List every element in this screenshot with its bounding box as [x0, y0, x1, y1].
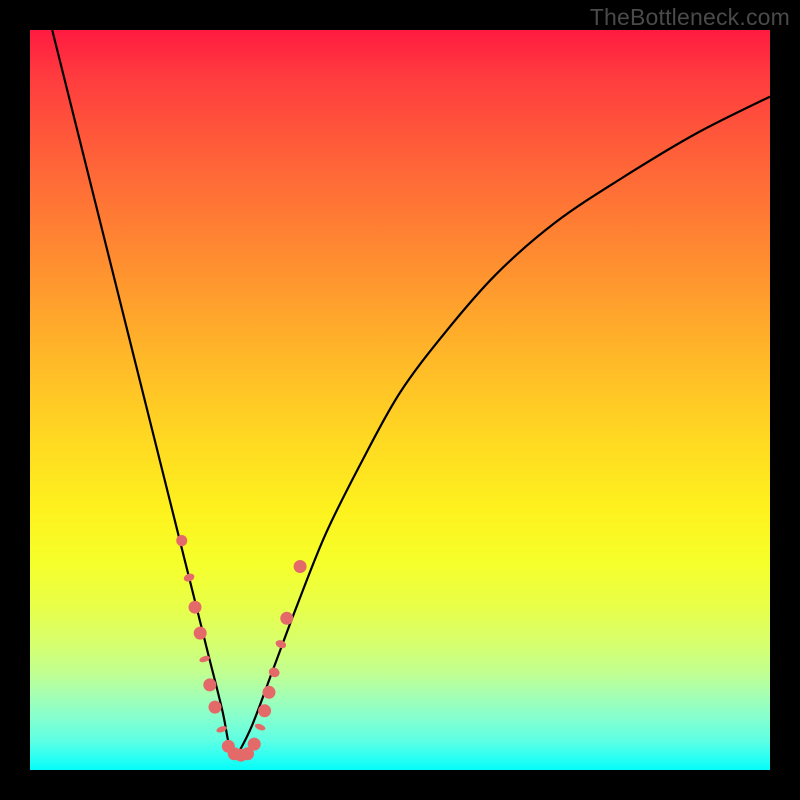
curve-right-branch — [237, 97, 770, 756]
marker-dot — [203, 678, 216, 691]
curve-left-path — [52, 30, 237, 755]
marker-lozenge — [183, 572, 196, 583]
marker-dot — [263, 686, 276, 699]
marker-dot — [194, 627, 207, 640]
marker-dot — [294, 560, 307, 573]
plot-area — [30, 30, 770, 770]
curve-left-branch — [52, 30, 237, 755]
marker-dot — [258, 704, 271, 717]
marker-dot — [280, 612, 293, 625]
marker-dot — [209, 701, 222, 714]
marker-dot — [189, 601, 202, 614]
marker-dot — [248, 738, 261, 751]
watermark-text: TheBottleneck.com — [590, 4, 790, 31]
marker-lozenge — [254, 722, 266, 731]
marker-lozenge — [274, 639, 287, 650]
marker-lozenge — [175, 533, 189, 547]
chart-frame: TheBottleneck.com — [0, 0, 800, 800]
data-markers — [175, 533, 307, 761]
curve-right-path — [237, 97, 770, 756]
chart-svg — [30, 30, 770, 770]
